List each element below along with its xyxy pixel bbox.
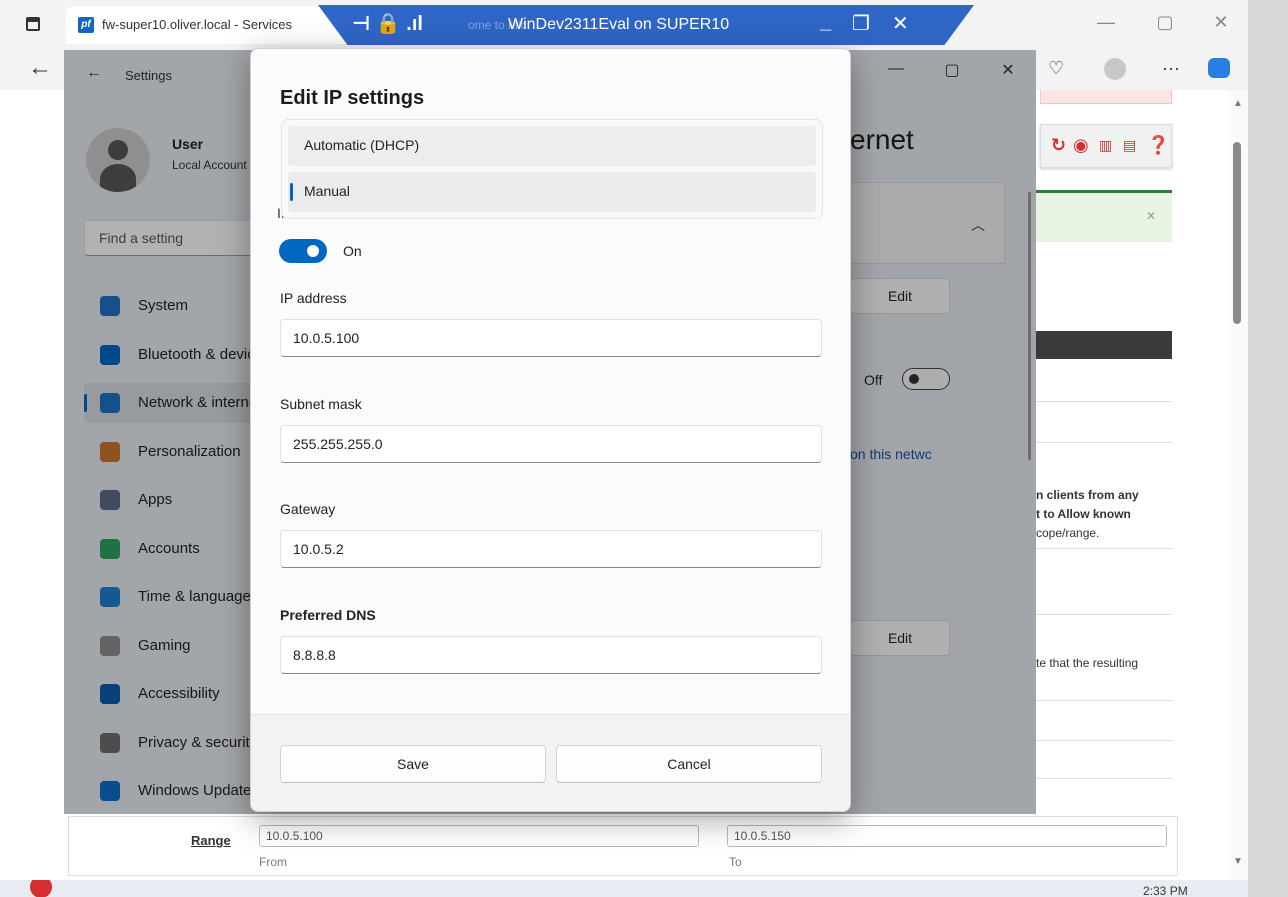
dialog-footer: Save Cancel (251, 714, 850, 811)
rdp-connection-bar: ⊣ 🔒 .ıl ome to Mic WinDev2311Eval on SUP… (318, 5, 974, 45)
help-text-line: t to Allow known (1036, 507, 1131, 521)
ip-assignment-dropdown[interactable]: Automatic (DHCP) Manual (281, 119, 823, 219)
ip-address-label: IP address (280, 290, 347, 306)
gateway-input[interactable]: 10.0.5.2 (280, 530, 822, 568)
list-icon[interactable]: ▤ (1123, 137, 1136, 154)
scroll-down-icon[interactable]: ▼ (1233, 856, 1243, 867)
rdp-close-icon[interactable]: ✕ (892, 11, 909, 36)
error-notice-bar (1040, 90, 1172, 104)
rdp-minimize-icon[interactable]: _ (820, 11, 831, 34)
copilot-icon[interactable] (1208, 58, 1230, 78)
taskbar-clock: 2:33 PM (1143, 884, 1188, 897)
chart-icon[interactable]: ▥ (1099, 137, 1112, 154)
subnet-mask-input[interactable]: 255.255.255.0 (280, 425, 822, 463)
browser-minimize-icon[interactable]: — (1094, 12, 1118, 33)
row-divider (1036, 442, 1172, 443)
edit-ip-dialog: Edit IP settings IPv4 Automatic (DHCP) M… (250, 48, 851, 812)
help-icon[interactable]: ❓ (1147, 135, 1169, 156)
selected-indicator (290, 183, 293, 201)
browser-close-icon[interactable]: ✕ (1209, 12, 1233, 33)
more-options-icon[interactable]: ··· (1162, 58, 1180, 79)
gateway-label: Gateway (280, 501, 336, 517)
help-text-line: n clients from any (1036, 488, 1139, 502)
dialog-title: Edit IP settings (280, 87, 425, 109)
profile-avatar-icon[interactable] (1104, 58, 1126, 80)
row-divider (1036, 401, 1172, 402)
row-divider (1036, 548, 1172, 549)
row-divider (1036, 614, 1172, 615)
browser-back-icon[interactable]: ← (28, 54, 52, 82)
windows-taskbar: 2:33 PM (0, 880, 1248, 897)
option-manual[interactable]: Manual (288, 172, 816, 212)
row-divider (1036, 778, 1172, 779)
dhcp-range-row: Range 10.0.5.100 From 10.0.5.150 To (68, 816, 1178, 876)
preferred-dns-label: Preferred DNS (280, 607, 376, 623)
rdp-pin-lock-signal-icon[interactable]: ⊣ 🔒 .ıl (352, 11, 423, 36)
rdp-restore-icon[interactable]: ❐ (852, 11, 870, 36)
ipv4-toggle[interactable] (279, 239, 327, 263)
rdp-title: WinDev2311Eval on SUPER10 (508, 16, 730, 33)
range-from-label: From (259, 855, 287, 869)
tab-actions-icon[interactable] (26, 17, 40, 31)
page-toolbar: ↻ ◉ ▥ ▤ ❓ (1040, 124, 1172, 168)
notification-badge-icon[interactable] (30, 880, 52, 897)
pfsense-favicon-icon: pf (78, 17, 94, 33)
ipv4-toggle-label: On (343, 243, 362, 259)
row-divider (1036, 740, 1172, 741)
ip-address-input[interactable]: 10.0.5.100 (280, 319, 822, 357)
range-to-input[interactable]: 10.0.5.150 (727, 825, 1167, 847)
health-icon[interactable]: ♡ (1048, 58, 1064, 79)
table-header-strip (1036, 331, 1172, 359)
page-scrollbar[interactable]: ▲ ▼ (1228, 90, 1248, 880)
range-from-input[interactable]: 10.0.5.100 (259, 825, 699, 847)
range-label: Range (191, 833, 231, 848)
browser-tab[interactable]: pf fw-super10.oliver.local - Services (66, 6, 366, 44)
option-manual-label: Manual (304, 183, 350, 199)
browser-maximize-icon[interactable]: ▢ (1153, 12, 1177, 33)
refresh-icon[interactable]: ↻ (1051, 135, 1066, 156)
subnet-mask-label: Subnet mask (280, 396, 362, 412)
row-divider (1036, 700, 1172, 701)
desktop-edge (1248, 0, 1288, 897)
browser-tab-title: fw-super10.oliver.local - Services (102, 17, 293, 32)
help-text-line: cope/range. (1036, 526, 1100, 540)
cancel-button[interactable]: Cancel (556, 745, 822, 783)
option-automatic-dhcp[interactable]: Automatic (DHCP) (288, 126, 816, 166)
record-icon[interactable]: ◉ (1073, 135, 1089, 156)
save-button[interactable]: Save (280, 745, 546, 783)
range-to-label: To (729, 855, 742, 869)
help-text-line: te that the resulting (1036, 656, 1139, 670)
scroll-up-icon[interactable]: ▲ (1233, 98, 1243, 109)
success-notice: ✕ (1036, 190, 1172, 242)
close-notice-icon[interactable]: ✕ (1146, 209, 1156, 223)
preferred-dns-input[interactable]: 8.8.8.8 (280, 636, 822, 674)
scroll-thumb[interactable] (1233, 142, 1241, 324)
